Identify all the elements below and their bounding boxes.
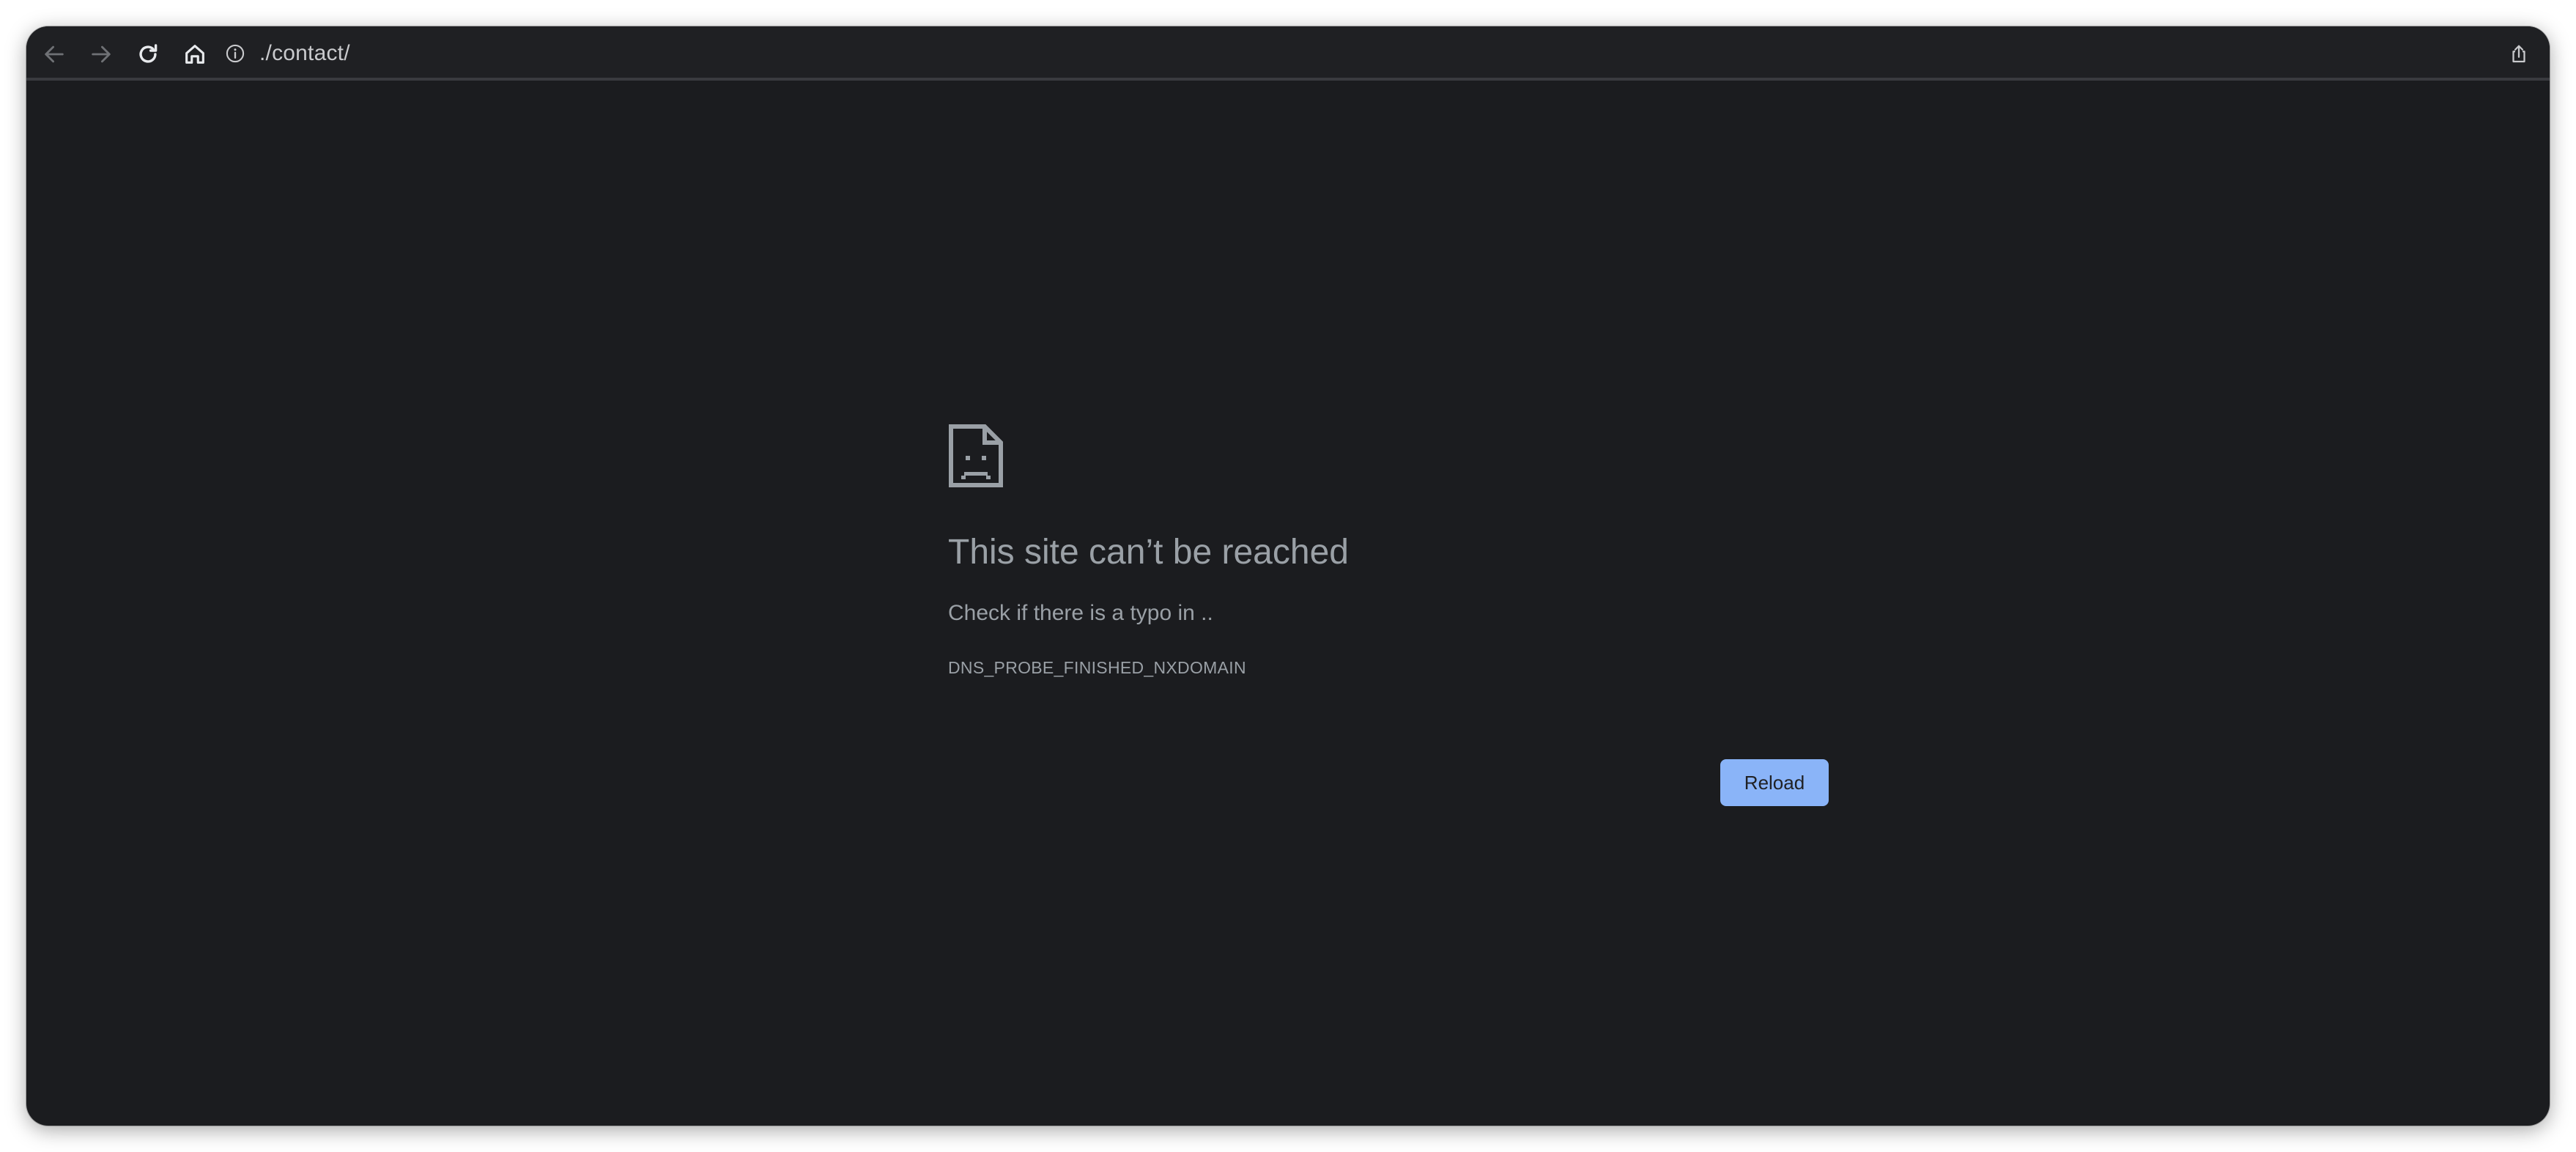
reload-icon <box>139 44 158 63</box>
reload-page-button[interactable] <box>132 38 164 70</box>
address-url[interactable]: ./contact/ <box>259 41 350 66</box>
forward-button[interactable] <box>85 38 117 70</box>
home-icon <box>185 45 204 64</box>
error-page: This site can’t be reached Check if ther… <box>26 84 2550 1126</box>
browser-window: ./contact/ This site can’t be reached Ch… <box>26 26 2550 1126</box>
back-button[interactable] <box>38 38 70 70</box>
error-title: This site can’t be reached <box>948 533 1349 572</box>
home-button[interactable] <box>179 38 211 70</box>
browser-toolbar: ./contact/ <box>26 26 2550 81</box>
reload-button[interactable]: Reload <box>1720 759 1829 806</box>
address-bar[interactable]: ./contact/ <box>224 35 350 72</box>
share-icon <box>2512 45 2525 63</box>
sad-document-icon <box>949 424 1003 487</box>
error-description: Check if there is a typo in .. <box>948 601 1213 625</box>
arrow-right-icon <box>92 45 111 63</box>
info-circle-icon[interactable] <box>224 43 246 64</box>
error-code: DNS_PROBE_FINISHED_NXDOMAIN <box>948 658 1246 677</box>
arrow-left-icon <box>45 45 64 63</box>
share-button[interactable] <box>2504 40 2534 69</box>
